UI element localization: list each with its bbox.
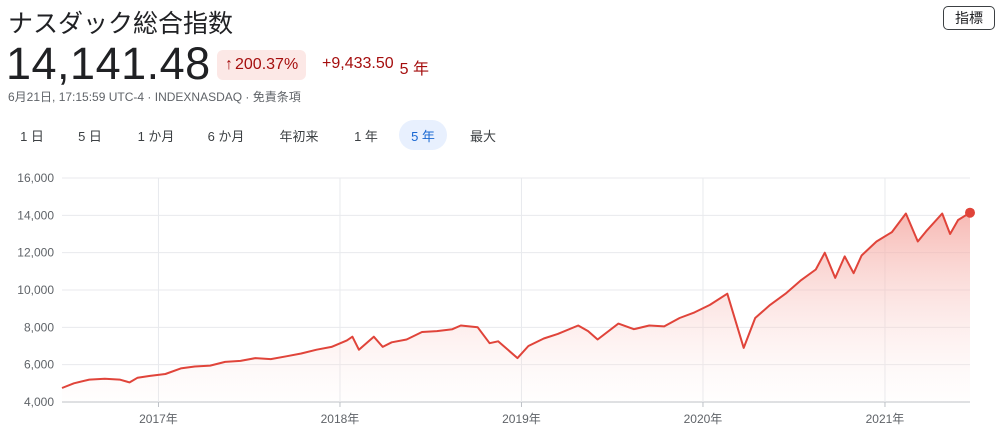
quote-meta: 6月21日, 17:15:59 UTC-4 · INDEXNASDAQ · 免責…: [8, 90, 301, 104]
x-tick-label: 2021年: [866, 412, 905, 426]
absolute-change: +9,433.50 5 年: [322, 55, 429, 79]
y-tick-label: 8,000: [24, 320, 54, 334]
tab-5y[interactable]: 5 年: [399, 120, 447, 150]
tab-1m[interactable]: 1 か月: [130, 120, 182, 150]
x-tick-label: 2018年: [321, 412, 360, 426]
x-tick-label: 2019年: [502, 412, 541, 426]
tab-6m[interactable]: 6 か月: [200, 120, 252, 150]
tab-1d[interactable]: 1 日: [12, 120, 52, 150]
y-tick-label: 6,000: [24, 358, 54, 372]
tab-max[interactable]: 最大: [462, 120, 504, 150]
tab-1y[interactable]: 1 年: [344, 120, 388, 150]
arrow-up-icon: ↑: [225, 56, 233, 73]
current-value-marker: [965, 207, 975, 218]
y-tick-label: 14,000: [17, 208, 54, 222]
tab-5d[interactable]: 5 日: [68, 120, 112, 150]
area-fill: [62, 212, 970, 402]
percent-change-value: 200.37%: [235, 56, 299, 73]
tab-ytd[interactable]: 年初来: [272, 120, 326, 150]
price-chart[interactable]: 4,0006,0008,00010,00012,00014,00016,000 …: [0, 160, 1001, 435]
y-tick-label: 12,000: [17, 246, 54, 260]
y-tick-label: 16,000: [17, 171, 54, 185]
x-tick-label: 2017年: [139, 412, 178, 426]
y-tick-label: 10,000: [17, 283, 54, 297]
y-tick-label: 4,000: [24, 395, 54, 409]
page-title: ナスダック総合指数: [8, 10, 234, 38]
absolute-change-value: +9,433.50: [322, 55, 394, 72]
period-label: 5 年: [399, 61, 429, 78]
current-price: 14,141.48: [6, 38, 211, 89]
percent-change-badge: ↑ 200.37%: [217, 50, 307, 80]
x-tick-label: 2020年: [684, 412, 723, 426]
indicator-button[interactable]: 指標: [943, 6, 995, 30]
